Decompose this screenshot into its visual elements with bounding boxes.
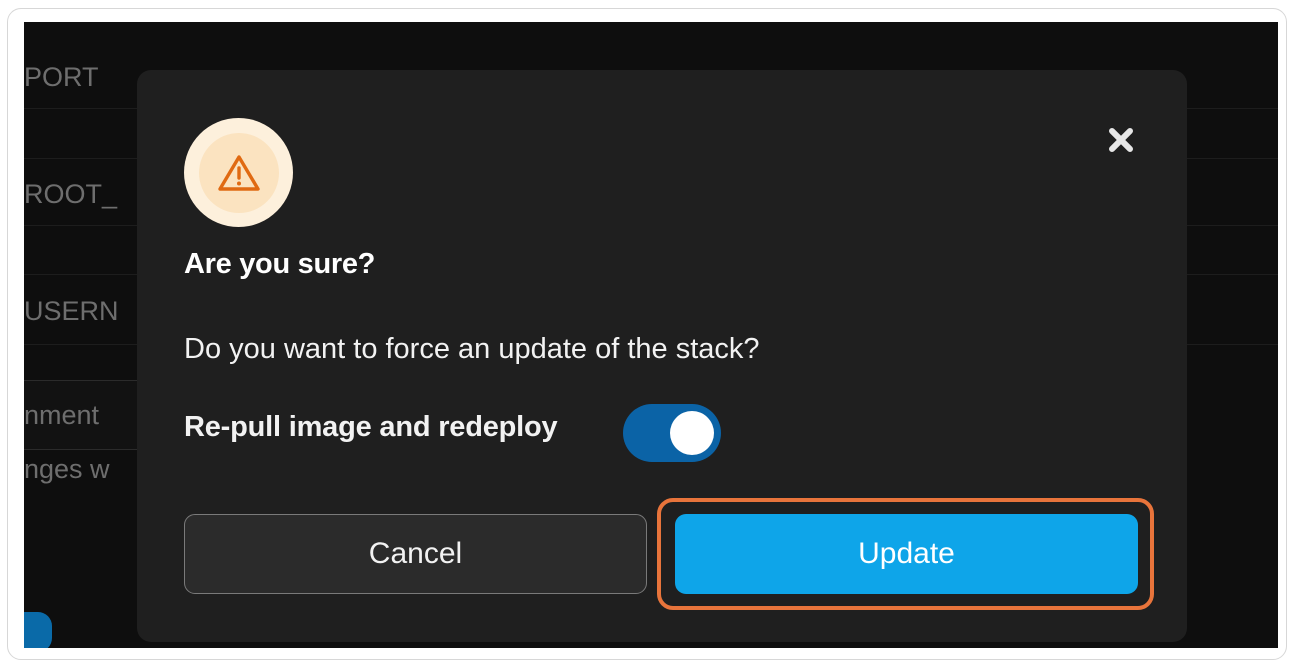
close-button[interactable] xyxy=(1099,118,1143,162)
app-screen: PORT ROOT_ USERN nment nges w Are you su… xyxy=(24,22,1278,648)
confirm-dialog: Are you sure? Do you want to force an up… xyxy=(137,70,1187,642)
background-env-key: USERN xyxy=(24,296,119,326)
warning-triangle-icon xyxy=(217,154,260,191)
update-button[interactable]: Update xyxy=(675,514,1138,594)
dialog-message: Do you want to force an update of the st… xyxy=(184,333,760,365)
background-button xyxy=(24,612,52,648)
cancel-button[interactable]: Cancel xyxy=(184,514,647,594)
background-env-key: PORT xyxy=(24,62,99,92)
warning-badge xyxy=(184,118,293,227)
repull-toggle-switch[interactable] xyxy=(623,404,721,462)
background-hint-text: nges w xyxy=(24,454,110,484)
background-env-key: ROOT_ xyxy=(24,179,118,209)
background-input-placeholder: nment xyxy=(24,400,100,430)
dialog-title: Are you sure? xyxy=(184,248,376,280)
close-x-icon xyxy=(1109,128,1133,152)
toggle-knob xyxy=(670,411,714,455)
repull-toggle-label: Re-pull image and redeploy xyxy=(184,411,558,443)
